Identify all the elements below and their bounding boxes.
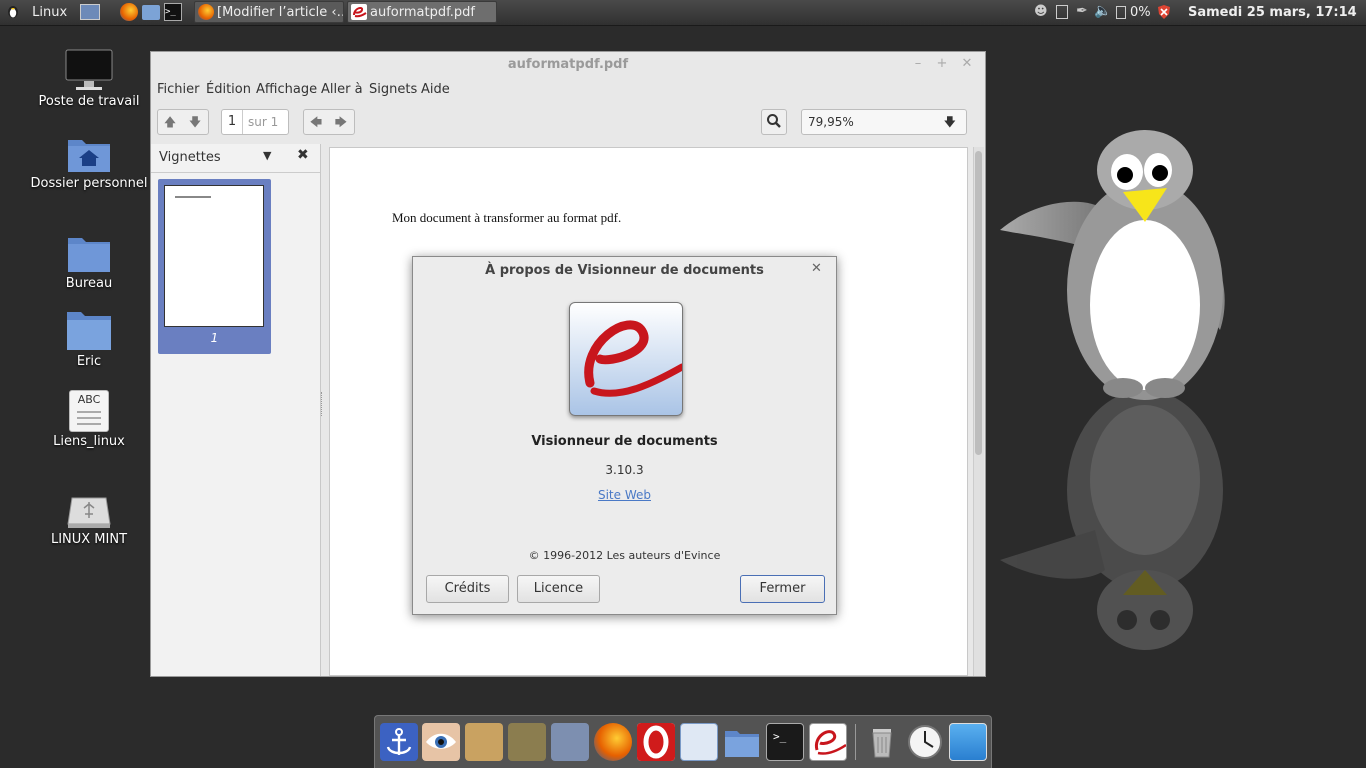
files-dock-icon[interactable] xyxy=(723,723,761,761)
desktop-icon-bureau[interactable]: Bureau xyxy=(29,234,149,291)
dialog-title: À propos de Visionneur de documents xyxy=(485,263,764,278)
vertical-scrollbar[interactable] xyxy=(973,147,984,676)
forward-arrow-icon[interactable]: 🡆 xyxy=(329,110,353,134)
thumbnail-page-preview xyxy=(164,185,264,327)
page-selector: 1 sur 1 xyxy=(221,109,289,135)
maximize-button[interactable]: + xyxy=(933,55,951,73)
dialog-close-icon[interactable]: ✕ xyxy=(811,261,822,276)
close-dialog-button[interactable]: Fermer xyxy=(740,575,825,603)
desktop-icon-poste-de-travail[interactable]: Poste de travail xyxy=(29,48,149,109)
terminal-launcher-icon[interactable]: >_ xyxy=(164,3,182,21)
notes-icon[interactable] xyxy=(1056,5,1068,19)
desktop-icon-linux-mint[interactable]: LINUX MINT xyxy=(29,494,149,547)
document-text: Mon document à transformer au format pdf… xyxy=(392,210,622,225)
opera-icon[interactable] xyxy=(637,723,675,761)
mail-icon[interactable] xyxy=(551,723,589,761)
home-folder-icon xyxy=(66,134,112,174)
firefox-launcher-icon[interactable] xyxy=(120,3,138,21)
toolbar: 🡅 🡇 1 sur 1 🡄 🡆 79,95% 🡇 xyxy=(151,102,985,144)
image-editor-icon[interactable] xyxy=(465,723,503,761)
thumbnail-page-number: 1 xyxy=(210,331,219,345)
desktop-icon-eric[interactable]: Eric xyxy=(29,308,149,369)
search-icon xyxy=(766,113,782,133)
back-arrow-icon[interactable]: 🡄 xyxy=(304,110,328,134)
credits-button[interactable]: Crédits xyxy=(426,575,509,603)
sidebar: Vignettes ▼ ✖ 1 xyxy=(151,144,321,676)
top-panel: Linux >_ [Modifier l’article ‹… auformat… xyxy=(0,0,1366,26)
text-file-icon: ABC xyxy=(69,390,109,432)
terminal-dock-icon[interactable]: >_ xyxy=(766,723,804,761)
penguin-wallpaper xyxy=(995,130,1235,670)
dropdown-arrow-icon: 🡇 xyxy=(943,115,956,129)
battery-icon[interactable] xyxy=(1116,6,1126,19)
previous-page-icon[interactable]: 🡅 xyxy=(158,110,182,134)
firefox-icon xyxy=(198,4,214,20)
minimize-button[interactable]: – xyxy=(909,55,927,73)
menu-fichier[interactable]: Fichier xyxy=(157,82,200,97)
eye-icon[interactable] xyxy=(422,723,460,761)
clock-icon[interactable] xyxy=(906,723,944,761)
sidebar-title[interactable]: Vignettes xyxy=(159,150,221,165)
history-nav-group: 🡄 🡆 xyxy=(303,109,355,135)
desktop-icon-dossier-personnel[interactable]: Dossier personnel xyxy=(29,134,149,191)
linux-menu-button[interactable]: Linux xyxy=(6,0,67,25)
about-dialog: À propos de Visionneur de documents ✕ Vi… xyxy=(412,256,837,615)
website-link[interactable]: Site Web xyxy=(413,488,836,502)
evince-logo-icon xyxy=(569,302,683,416)
app-name: Visionneur de documents xyxy=(531,434,718,449)
clock[interactable]: Samedi 25 mars, 17:14 xyxy=(1188,0,1357,25)
volume-icon[interactable]: 🔈 xyxy=(1094,3,1111,19)
taskbar-item-firefox[interactable]: [Modifier l’article ‹… xyxy=(194,1,344,23)
folder-icon xyxy=(66,234,112,274)
menu-edition[interactable]: Édition xyxy=(206,82,251,97)
zoom-select[interactable]: 79,95% 🡇 xyxy=(801,109,967,135)
computer-icon xyxy=(64,48,114,92)
menu-label: Linux xyxy=(32,5,68,20)
copyright-text: © 1996-2012 Les auteurs d'Evince xyxy=(528,549,721,562)
menu-bar: Fichier Édition Affichage Aller à Signet… xyxy=(151,78,985,102)
tux-icon xyxy=(6,3,20,19)
evince-icon xyxy=(351,4,367,20)
document-writer-icon[interactable] xyxy=(680,723,718,761)
show-desktop-dock-icon[interactable] xyxy=(949,723,987,761)
shield-icon[interactable] xyxy=(1157,4,1171,20)
sidebar-resize-handle[interactable] xyxy=(321,392,325,416)
firefox-dock-icon[interactable] xyxy=(594,723,632,761)
app-version: 3.10.3 xyxy=(605,463,644,477)
folder-icon xyxy=(65,308,113,352)
close-sidebar-icon[interactable]: ✖ xyxy=(297,147,309,163)
anchor-icon[interactable] xyxy=(380,723,418,761)
zoom-value: 79,95% xyxy=(808,115,854,129)
dock: >_ xyxy=(374,715,992,768)
desktop-icon-liens-linux[interactable]: ABC Liens_linux xyxy=(29,390,149,449)
menu-aide[interactable]: Aide xyxy=(421,82,450,97)
taskbar-item-evince[interactable]: auformatpdf.pdf xyxy=(347,1,497,23)
next-page-icon[interactable]: 🡇 xyxy=(183,110,207,134)
menu-affichage[interactable]: Affichage xyxy=(256,82,317,97)
evince-dock-icon[interactable] xyxy=(809,723,847,761)
battery-percent: 0% xyxy=(1130,5,1151,20)
menu-aller-a[interactable]: Aller à xyxy=(321,82,363,97)
gimp-icon[interactable] xyxy=(508,723,546,761)
page-total-label: sur 1 xyxy=(248,115,279,129)
window-title: auformatpdf.pdf xyxy=(507,57,629,72)
show-desktop-icon[interactable] xyxy=(80,4,100,20)
page-number-input[interactable]: 1 xyxy=(222,110,243,134)
user-icon[interactable]: ☻ xyxy=(1034,5,1048,19)
chevron-down-icon[interactable]: ▼ xyxy=(263,149,271,162)
dock-separator xyxy=(855,724,856,760)
files-launcher-icon[interactable] xyxy=(142,5,160,20)
search-button[interactable] xyxy=(761,109,787,135)
menu-signets[interactable]: Signets xyxy=(369,82,417,97)
trash-icon[interactable] xyxy=(863,723,901,761)
page-thumbnail[interactable]: 1 xyxy=(158,179,271,354)
close-button[interactable]: ✕ xyxy=(958,55,976,73)
page-nav-group: 🡅 🡇 xyxy=(157,109,209,135)
sidebar-header: Vignettes ▼ ✖ xyxy=(151,144,320,173)
scrollbar-thumb[interactable] xyxy=(975,151,982,455)
pen-icon[interactable]: ✒ xyxy=(1076,3,1088,19)
license-button[interactable]: Licence xyxy=(517,575,600,603)
usb-drive-icon xyxy=(66,494,112,530)
